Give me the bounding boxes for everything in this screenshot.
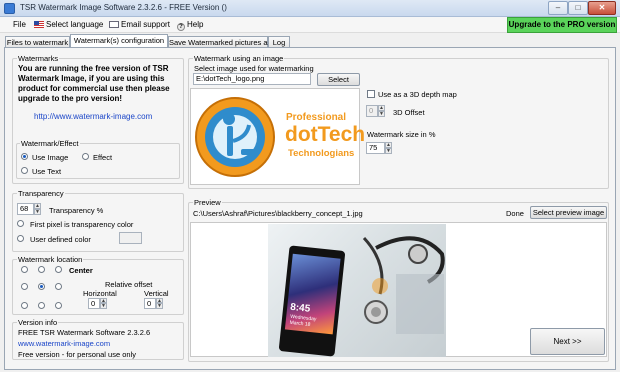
location-title: Watermark location: [17, 255, 84, 264]
first-pixel-label: First pixel is transparency color: [30, 220, 134, 229]
location-middle-right-radio[interactable]: [55, 283, 62, 290]
logo-line-dottech: dotTech: [285, 123, 366, 146]
use-text-label: Use Text: [32, 167, 62, 176]
color-picker-swatch[interactable]: [119, 232, 142, 244]
vertical-label: Vertical: [144, 289, 169, 298]
close-button[interactable]: ✕: [588, 1, 616, 15]
offset-spin-down: ▼: [378, 111, 385, 117]
title-bar: TSR Watermark Image Software 2.3.2.6 - F…: [0, 0, 620, 17]
horizontal-spin-down[interactable]: ▼: [100, 303, 107, 309]
version-line: FREE TSR Watermark Software 2.3.2.6: [18, 328, 151, 337]
version-website-link[interactable]: www.watermark-image.com: [18, 339, 110, 348]
minimize-button[interactable]: –: [548, 1, 568, 15]
menu-select-language[interactable]: Select language: [34, 20, 103, 29]
menu-select-language-label: Select language: [46, 20, 104, 29]
user-defined-radio[interactable]: [17, 235, 24, 242]
menu-email-support[interactable]: Email support: [109, 20, 170, 29]
first-pixel-radio[interactable]: [17, 220, 24, 227]
preview-status: Done: [506, 209, 524, 218]
menu-file[interactable]: File: [13, 20, 26, 29]
effect-label: Effect: [93, 153, 113, 162]
vertical-offset-input[interactable]: 0: [144, 298, 156, 309]
location-top-center-radio[interactable]: [38, 266, 45, 273]
select-preview-image-button[interactable]: Select preview image: [530, 206, 607, 219]
location-middle-left-radio[interactable]: [21, 283, 28, 290]
location-bottom-right-radio[interactable]: [55, 302, 62, 309]
preview-photo: 8:45 Wednesday March 18: [268, 224, 446, 357]
maximize-button[interactable]: □: [568, 1, 588, 15]
window-title: TSR Watermark Image Software 2.3.2.6 - F…: [20, 3, 227, 12]
mail-icon: [109, 21, 119, 28]
preview-path: C:\Users\Ashraf\Pictures\blackberry_conc…: [193, 209, 363, 218]
location-center-radio[interactable]: [38, 283, 45, 290]
menu-help-label: Help: [187, 20, 204, 29]
center-label: Center: [69, 266, 93, 275]
version-info-title: Version info: [17, 318, 59, 327]
watermark-image-path[interactable]: E:\dotTech_logo.png: [193, 73, 311, 85]
phone-time: 8:45: [289, 301, 311, 315]
vertical-spin-down[interactable]: ▼: [156, 303, 163, 309]
location-bottom-center-radio[interactable]: [38, 302, 45, 309]
image-watermark-title: Watermark using an image: [193, 54, 285, 63]
select-image-label: Select image used for watermarking: [194, 64, 314, 73]
preview-title: Preview: [193, 198, 222, 207]
offset-label: 3D Offset: [393, 108, 425, 117]
horizontal-offset-input[interactable]: 0: [88, 298, 100, 309]
horizontal-label: Horizontal: [83, 289, 117, 298]
logo-line-technologians: Technologians: [288, 148, 355, 159]
tab-watermark-configuration[interactable]: Watermark(s) configuration: [70, 34, 168, 48]
menu-help[interactable]: ? Help: [177, 20, 203, 31]
effect-radio[interactable]: [82, 153, 89, 160]
watermarks-title: Watermarks: [17, 54, 60, 63]
next-button[interactable]: Next >>: [530, 328, 605, 355]
use-image-label: Use Image: [32, 153, 69, 162]
upgrade-button[interactable]: Upgrade to the PRO version: [507, 17, 617, 33]
menu-email-support-label: Email support: [121, 20, 170, 29]
location-bottom-left-radio[interactable]: [21, 302, 28, 309]
free-version-notice: You are running the free version of TSR …: [18, 64, 170, 103]
phone-device: 8:45 Wednesday March 18: [278, 245, 346, 357]
offset-input: 0: [366, 105, 378, 117]
transparency-input[interactable]: 68: [17, 203, 34, 215]
size-spin-down[interactable]: ▼: [385, 148, 392, 154]
flag-icon: [34, 21, 44, 28]
use-text-radio[interactable]: [21, 167, 28, 174]
website-link[interactable]: http://www.watermark-image.com: [34, 112, 152, 121]
location-top-left-radio[interactable]: [21, 266, 28, 273]
relative-offset-label: Relative offset: [105, 280, 153, 289]
user-defined-label: User defined color: [30, 235, 91, 244]
help-icon: ?: [177, 23, 185, 31]
use-image-radio[interactable]: [21, 153, 28, 160]
depth-map-checkbox[interactable]: [367, 90, 375, 98]
transparency-spin-down[interactable]: ▼: [34, 209, 41, 215]
effect-title: Watermark/Effect: [20, 139, 80, 148]
watermark-size-label: Watermark size in %: [367, 130, 436, 139]
logo-line-professional: Professional: [286, 112, 347, 123]
version-license-line: Free version - for personal use only: [18, 350, 136, 359]
transparency-percent-label: Transparency %: [49, 206, 104, 215]
location-top-right-radio[interactable]: [55, 266, 62, 273]
select-image-button[interactable]: Select: [317, 73, 360, 86]
transparency-title: Transparency: [17, 189, 65, 198]
watermark-image-preview: Professional dotTech Technologians: [190, 88, 365, 185]
app-icon: [4, 3, 15, 14]
watermark-size-input[interactable]: 75: [366, 142, 385, 154]
depth-map-label: Use as a 3D depth map: [378, 90, 457, 99]
